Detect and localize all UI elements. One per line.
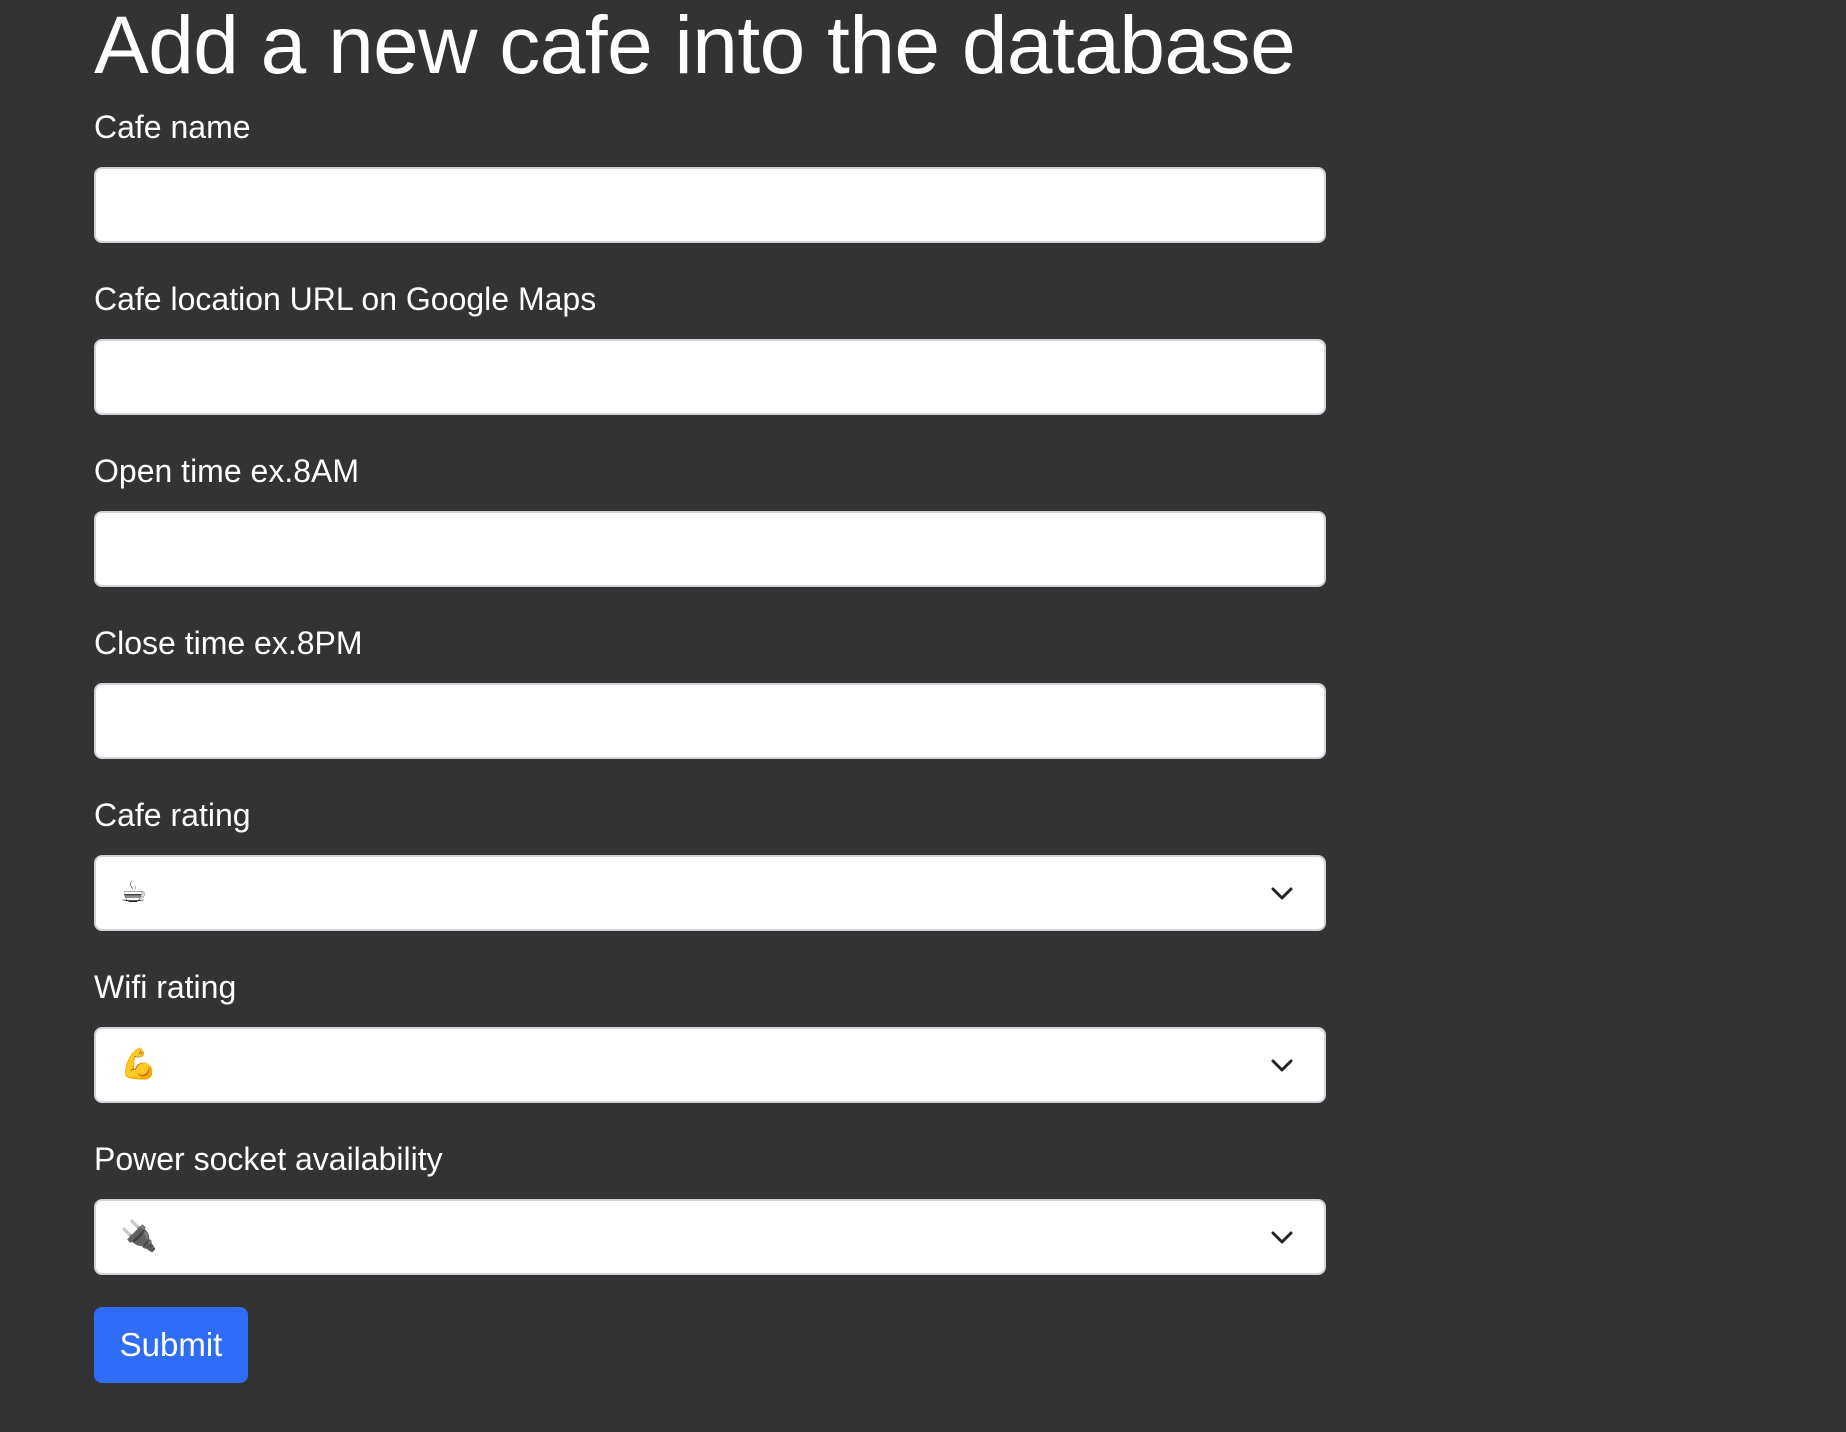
wifi-rating-select[interactable]: 💪	[94, 1027, 1326, 1103]
wifi-rating-selected-value: 💪	[120, 1047, 158, 1082]
cafe-name-label: Cafe name	[94, 109, 251, 145]
cafe-rating-label: Cafe rating	[94, 797, 251, 833]
cafe-name-input[interactable]	[94, 167, 1326, 243]
submit-button[interactable]: Submit	[94, 1307, 248, 1383]
cafe-rating-selected-value: ☕	[120, 875, 147, 910]
add-cafe-page: Add a new cafe into the database Cafe na…	[0, 0, 1846, 1432]
power-socket-selected-value: 🔌	[120, 1219, 158, 1254]
close-time-label: Close time ex.8PM	[94, 625, 363, 661]
location-url-label: Cafe location URL on Google Maps	[94, 281, 597, 317]
chevron-down-icon	[1271, 887, 1293, 900]
page-title: Add a new cafe into the database	[94, 0, 1296, 91]
power-socket-select[interactable]: 🔌	[94, 1199, 1326, 1275]
power-socket-label: Power socket availability	[94, 1141, 443, 1177]
location-url-input[interactable]	[94, 339, 1326, 415]
open-time-label: Open time ex.8AM	[94, 453, 359, 489]
chevron-down-icon	[1271, 1231, 1293, 1244]
cafe-rating-select[interactable]: ☕	[94, 855, 1326, 931]
close-time-input[interactable]	[94, 683, 1326, 759]
wifi-rating-label: Wifi rating	[94, 969, 237, 1005]
open-time-input[interactable]	[94, 511, 1326, 587]
chevron-down-icon	[1271, 1059, 1293, 1072]
